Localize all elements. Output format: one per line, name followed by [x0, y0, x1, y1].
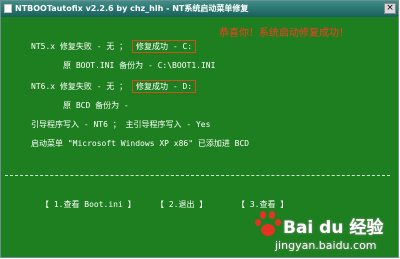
- nt6-status-prefix: NT6.x 修复失败 - 无 ；: [31, 82, 128, 91]
- separator: [5, 175, 390, 176]
- nt5-backup-line: 原 BOOT.INI 备份为 - C:\BOOT1.INI: [63, 61, 216, 70]
- window-title: NTBOOTautofix v2.2.6 by chz_hlh - NT系统启动…: [15, 4, 249, 13]
- loader-write-line: 引导程序写入 - NT6 ； 主引导程序写入 - Yes: [31, 120, 211, 129]
- nt6-status-line: NT6.x 修复失败 - 无 ； 修复成功 - D:: [31, 80, 197, 93]
- exit-action[interactable]: 【 2.退出 】: [156, 199, 207, 211]
- app-window: NTBOOTautofix v2.2.6 by chz_hlh - NT系统启动…: [0, 0, 399, 258]
- console-area: 恭喜你！系统启动修复成功！ NT5.x 修复失败 - 无 ； 修复成功 - C:…: [1, 17, 398, 257]
- nt5-status-prefix: NT5.x 修复失败 - 无 ；: [31, 42, 128, 51]
- close-button[interactable]: ×: [384, 3, 396, 14]
- baidu-watermark: Bai du 经验 jingyan.baidu.com: [255, 209, 395, 257]
- watermark-brand: Bai du 经验: [283, 218, 384, 238]
- app-icon: [4, 4, 12, 13]
- paw-logo-icon: [255, 211, 285, 241]
- nt5-status-line: NT5.x 修复失败 - 无 ； 修复成功 - C:: [31, 40, 197, 53]
- menu-added-line: 启动菜单 "Microsoft Windows XP x86" 已添加进 BCD: [31, 139, 250, 148]
- nt6-success-box: 修复成功 - D:: [132, 80, 197, 93]
- nt6-backup-line: 原 BCD 备份为 -: [63, 101, 129, 110]
- nt5-success-box: 修复成功 - C:: [132, 40, 197, 53]
- watermark-url: jingyan.baidu.com: [275, 239, 377, 252]
- view-bootini-action[interactable]: 【 1.查看 Boot.ini 】: [41, 199, 136, 211]
- title-bar[interactable]: NTBOOTautofix v2.2.6 by chz_hlh - NT系统启动…: [1, 1, 398, 17]
- success-banner: 恭喜你！系统启动修复成功！: [219, 28, 349, 39]
